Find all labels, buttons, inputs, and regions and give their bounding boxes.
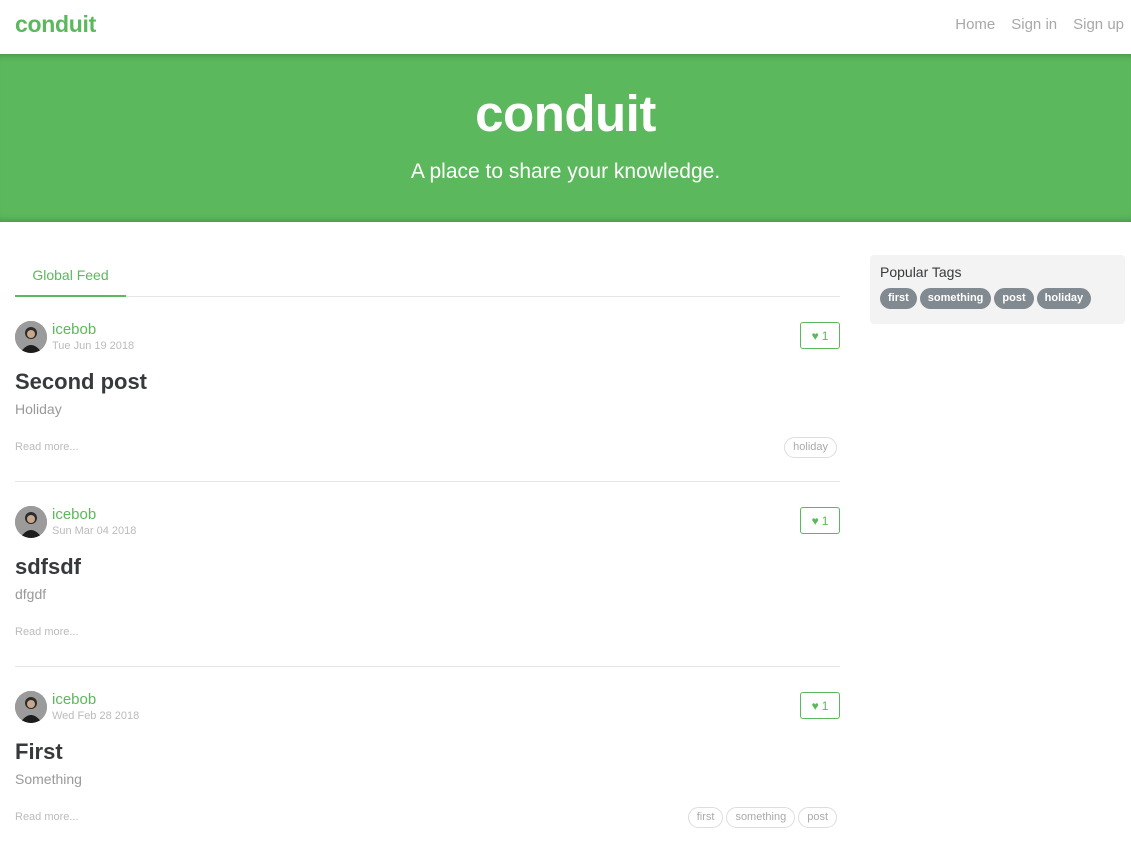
article-preview: icebob Tue Jun 19 2018 ♥ 1 Second post H… xyxy=(15,297,840,482)
article-preview: icebob Wed Feb 28 2018 ♥ 1 First Somethi… xyxy=(15,667,840,851)
navbar: conduit Home Sign in Sign up xyxy=(0,0,1131,54)
avatar[interactable] xyxy=(15,691,47,723)
article-tag: first xyxy=(687,807,724,828)
article-title[interactable]: Second post xyxy=(15,369,147,395)
banner-subtitle: A place to share your knowledge. xyxy=(410,160,721,183)
article-title[interactable]: sdfsdf xyxy=(15,554,81,580)
favorite-count: 1 xyxy=(821,513,829,528)
favorite-count: 1 xyxy=(821,698,829,713)
popular-tags-sidebar: Popular Tags first something post holida… xyxy=(870,255,1125,324)
article-date: Tue Jun 19 2018 xyxy=(52,340,135,352)
author-link[interactable]: icebob xyxy=(52,321,96,338)
nav-link-sign-up[interactable]: Sign up xyxy=(1073,16,1124,33)
article-tag: post xyxy=(798,807,837,828)
read-more-link[interactable]: Read more... xyxy=(15,811,79,823)
tab-global-feed[interactable]: Global Feed xyxy=(15,256,126,297)
tag-pill-list: first something post holiday xyxy=(880,288,1115,309)
heart-icon: ♥ xyxy=(811,698,819,713)
heart-icon: ♥ xyxy=(811,513,819,528)
article-tag-list: holiday xyxy=(784,437,837,458)
nav-link-home[interactable]: Home xyxy=(955,16,995,33)
favorite-count: 1 xyxy=(821,328,829,343)
article-tag: holiday xyxy=(784,437,837,458)
article-description: Holiday xyxy=(15,401,62,417)
nav-link-sign-in[interactable]: Sign in xyxy=(1011,16,1057,33)
article-tag: something xyxy=(726,807,796,828)
favorite-button[interactable]: ♥ 1 xyxy=(800,692,840,719)
read-more-link[interactable]: Read more... xyxy=(15,441,79,453)
nav-links: Home Sign in Sign up xyxy=(955,16,1124,33)
article-date: Wed Feb 28 2018 xyxy=(52,710,140,722)
brand-logo[interactable]: conduit xyxy=(15,11,96,38)
banner-title: conduit xyxy=(475,85,656,142)
tag-pill-first[interactable]: first xyxy=(880,288,917,309)
article-preview: icebob Sun Mar 04 2018 ♥ 1 sdfsdf dfgdf … xyxy=(15,482,840,667)
feed-tabs: Global Feed xyxy=(15,256,840,297)
author-link[interactable]: icebob xyxy=(52,691,96,708)
author-link[interactable]: icebob xyxy=(52,506,96,523)
avatar[interactable] xyxy=(15,506,47,538)
favorite-button[interactable]: ♥ 1 xyxy=(800,322,840,349)
tag-pill-something[interactable]: something xyxy=(919,288,992,309)
avatar[interactable] xyxy=(15,321,47,353)
read-more-link[interactable]: Read more... xyxy=(15,626,79,638)
favorite-button[interactable]: ♥ 1 xyxy=(800,507,840,534)
heart-icon: ♥ xyxy=(811,328,819,343)
article-description: dfgdf xyxy=(15,586,47,602)
article-description: Something xyxy=(15,771,82,787)
article-tag-list: first something post xyxy=(687,807,837,828)
tag-pill-holiday[interactable]: holiday xyxy=(1036,288,1092,309)
banner: conduit A place to share your knowledge. xyxy=(0,54,1131,222)
sidebar-title: Popular Tags xyxy=(880,264,962,280)
article-title[interactable]: First xyxy=(15,739,63,765)
tag-pill-post[interactable]: post xyxy=(994,288,1034,309)
article-date: Sun Mar 04 2018 xyxy=(52,525,137,537)
